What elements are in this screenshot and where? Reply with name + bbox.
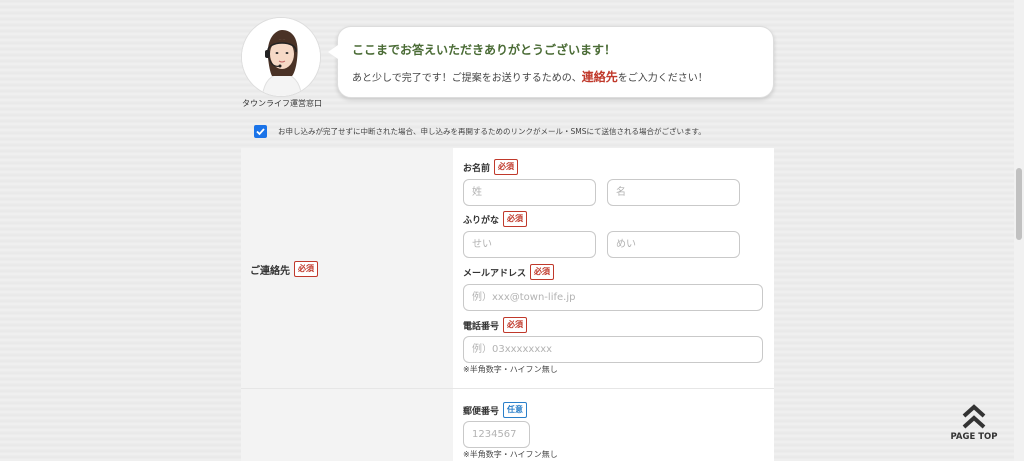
first-name-input[interactable] [607,179,740,206]
operator-avatar [241,17,321,97]
double-chevron-up-icon [962,404,986,429]
message-text-after: をご入力ください！ [617,73,708,84]
phone-note: ※半角数字・ハイフン無し [463,365,558,374]
required-badge: 必須 [530,264,555,280]
message-text: あと少しで完了です！ご提案をお送りするための、連絡先をご入力ください！ [352,68,708,85]
page-top-button[interactable]: PAGE TOP [944,402,1004,448]
consent-checkbox[interactable] [254,125,267,138]
first-name-kana-input[interactable] [607,231,740,258]
form-label-column [241,148,453,461]
message-text-before: あと少しで完了です！ご提案をお送りするための、 [352,73,582,84]
name-label: お名前 [463,163,491,174]
row-divider [241,388,774,389]
speech-bubble: ここまでお答えいただきありがとうございます！ あと少しで完了です！ご提案をお送り… [328,26,774,98]
postal-label: 郵便番号 [463,406,500,417]
furigana-label: ふりがな [463,215,500,226]
postal-field-label: 郵便番号 任意 [463,402,528,418]
furigana-field-label: ふりがな 必須 [463,211,528,227]
contact-section-label: ご連絡先 必須 [250,261,318,277]
phone-field-label: 電話番号 必須 [463,317,528,333]
email-input[interactable] [463,284,763,311]
page-top-label: PAGE TOP [950,432,998,442]
vertical-scrollbar[interactable] [1014,0,1024,461]
consent-row: お申し込みが完了せずに中断された場合、申し込みを再開するためのリンクがメール・S… [254,125,774,139]
postal-note: ※半角数字・ハイフン無し [463,450,558,459]
postal-code-input[interactable] [463,421,530,448]
operator-label: タウンライフ運営窓口 [242,99,322,108]
check-icon [256,128,265,136]
required-badge: 必須 [503,317,528,333]
name-field-label: お名前 必須 [463,159,519,175]
message-title: ここまでお答えいただきありがとうございます！ [352,43,617,57]
operator-portrait-icon [242,18,320,96]
phone-input[interactable] [463,336,763,363]
consent-text: お申し込みが完了せずに中断された場合、申し込みを再開するためのリンクがメール・S… [278,127,706,136]
last-name-input[interactable] [463,179,596,206]
required-badge: 必須 [294,261,318,277]
contact-section-title: ご連絡先 [250,265,290,277]
phone-label: 電話番号 [463,321,500,332]
required-badge: 必須 [503,211,528,227]
email-field-label: メールアドレス 必須 [463,264,555,280]
message-text-strong: 連絡先 [581,70,618,84]
scrollbar-thumb[interactable] [1016,168,1022,240]
optional-badge: 任意 [503,402,528,418]
last-name-kana-input[interactable] [463,231,596,258]
email-label: メールアドレス [463,268,527,279]
required-badge: 必須 [494,159,519,175]
